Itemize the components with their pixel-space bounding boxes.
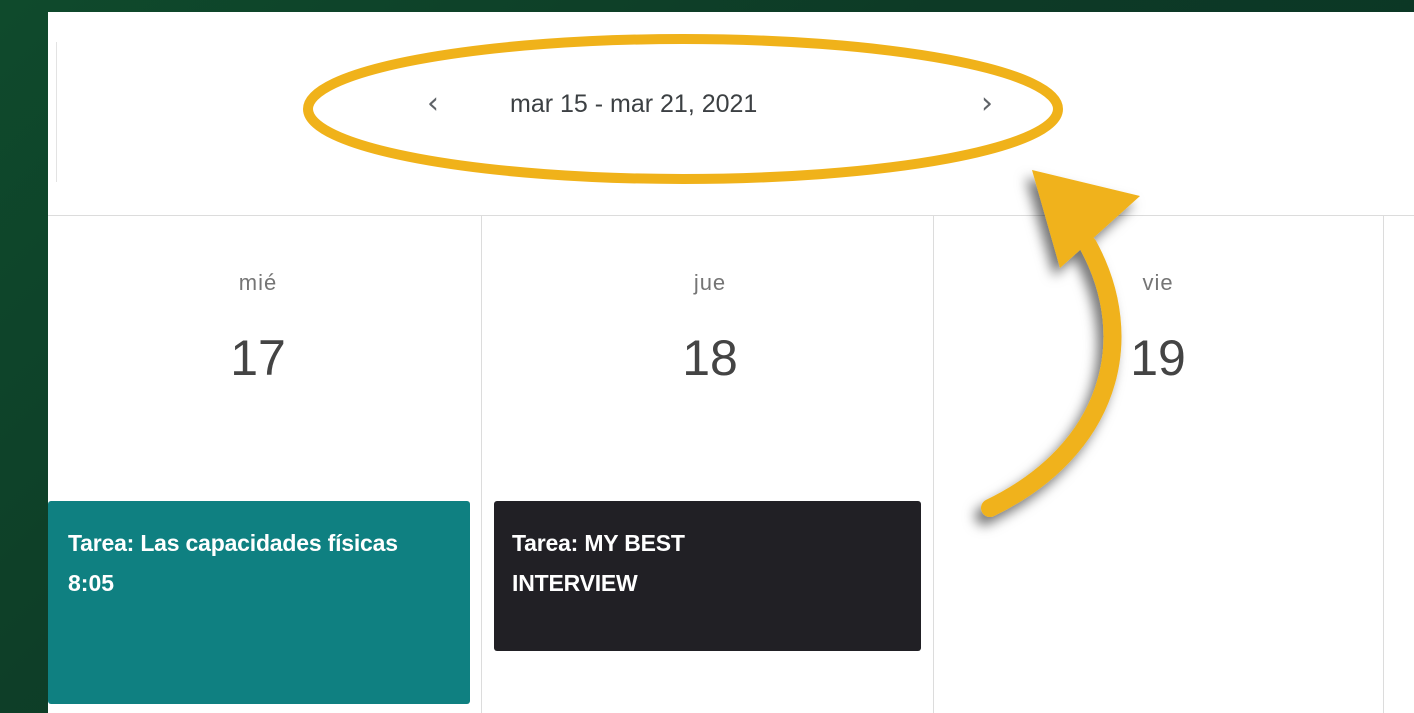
column-divider <box>933 215 934 713</box>
day-header-name-wed: mié <box>238 270 278 295</box>
day-header-name-thu: jue <box>693 270 727 295</box>
week-range-label: mar 15 - mar 21, 2021 <box>510 90 758 118</box>
header-divider <box>48 215 1414 216</box>
week-navigation: ‹ mar 15 - mar 21, 2021 › <box>48 12 1414 212</box>
previous-week-button[interactable]: ‹ <box>418 84 448 124</box>
calendar-app-window: ‹ mar 15 - mar 21, 2021 › mié 17 jue 18 … <box>48 12 1414 713</box>
event-card-capacidades[interactable]: Tarea: Las capacidades físicas 8:05 <box>48 501 470 704</box>
column-divider <box>1383 215 1384 713</box>
event-card-interview[interactable]: Tarea: MY BEST INTERVIEW <box>494 501 921 651</box>
event-title: Tarea: MY BEST INTERVIEW <box>512 530 685 596</box>
event-title: Tarea: Las capacidades físicas <box>68 530 398 556</box>
next-week-button[interactable]: › <box>972 84 1002 124</box>
event-time: 8:05 <box>68 570 115 596</box>
day-header-number-wed[interactable]: 17 <box>158 328 358 388</box>
day-header-name-fri: vie <box>1142 270 1174 295</box>
day-header-number-thu[interactable]: 18 <box>610 328 810 388</box>
column-divider <box>481 215 482 713</box>
day-header-number-fri[interactable]: 19 <box>1058 328 1258 388</box>
